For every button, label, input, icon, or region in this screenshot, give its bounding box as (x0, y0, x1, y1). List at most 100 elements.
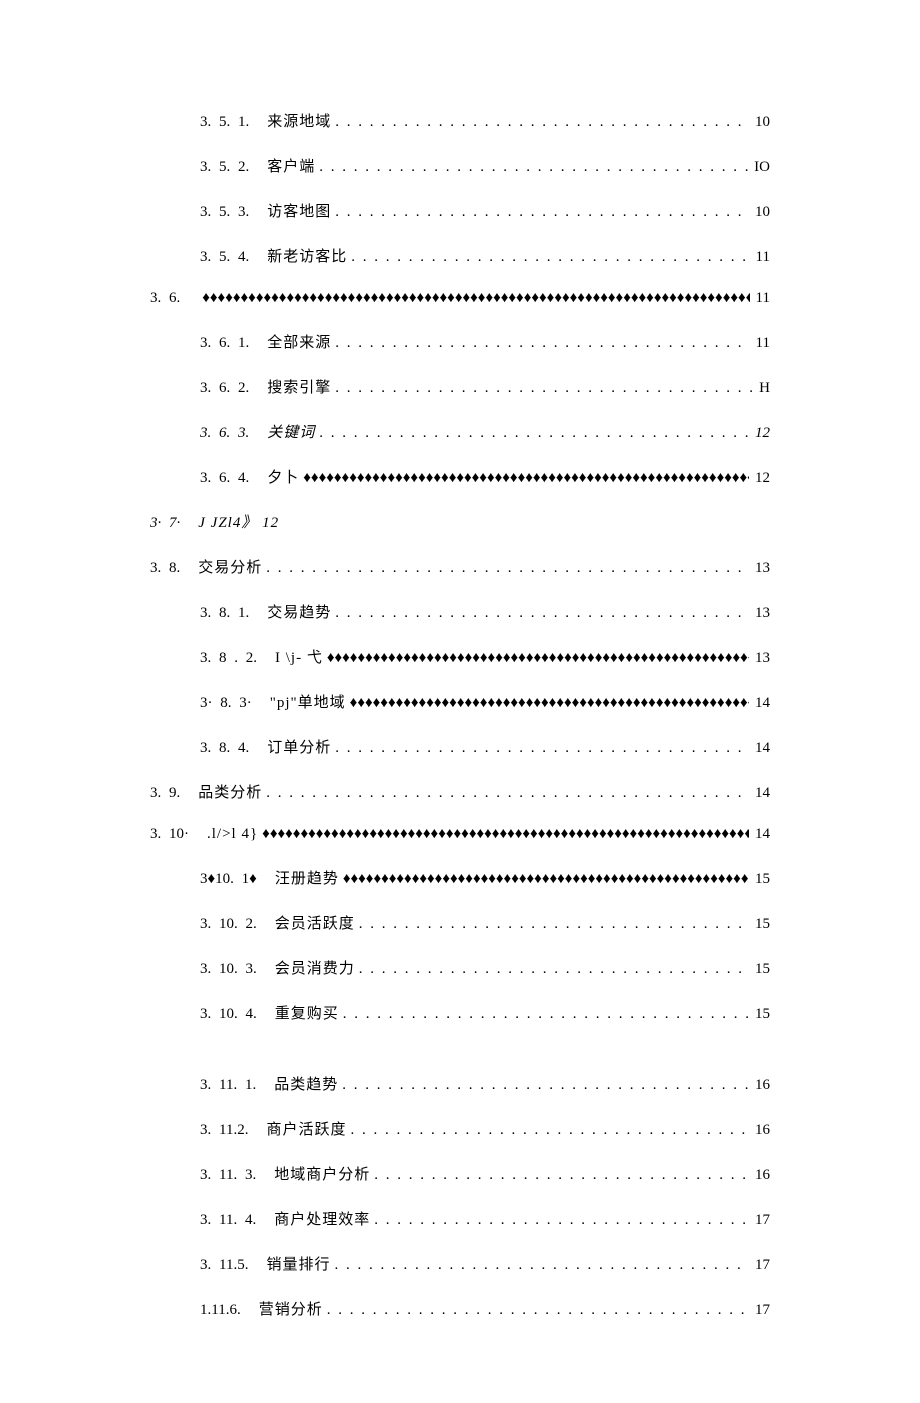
toc-leader (339, 871, 749, 888)
toc-leader (331, 335, 749, 352)
toc-entry: 3· 7·J JZl4》 12 (150, 511, 770, 532)
toc-entry-number: 3· 8. 3· (200, 695, 270, 712)
toc-entry-page: 16 (749, 1122, 770, 1139)
toc-entry-page: 11 (750, 290, 770, 307)
toc-leader (331, 204, 749, 221)
toc-entry-page: 10 (749, 204, 770, 221)
toc-leader (331, 380, 753, 397)
toc-entry-title: 来源地域 (267, 110, 331, 131)
toc-entry: 3. 5. 3.访客地图10 (150, 200, 770, 221)
toc-entry-page: 17 (749, 1302, 770, 1319)
toc-entry-title: 营销分析 (259, 1298, 323, 1319)
toc-entry-title: 关键词 (267, 421, 315, 442)
toc-entry: 3. 5. 2.客户端IO (150, 155, 770, 176)
toc-entry-page: 14 (749, 785, 770, 802)
toc-leader (331, 740, 749, 757)
toc-leader (355, 961, 749, 978)
toc-entry-number: 3. 6. 1. (200, 335, 267, 352)
toc-entry-title: .l/>l 4} (207, 826, 258, 843)
toc-entry-page: 17 (749, 1212, 770, 1229)
toc-entry: 3. 8. 4.订单分析 14 (150, 736, 770, 757)
toc-gap (150, 1047, 770, 1073)
toc-entry-page: 15 (749, 871, 770, 888)
toc-entry: 3. 11.2.商户活跃度16 (150, 1118, 770, 1139)
toc-entry-number: 3. 5. 4. (200, 249, 267, 266)
toc-entry-number: 3. 11. 4. (200, 1212, 274, 1229)
toc-entry-number: 3. 11.5. (200, 1257, 266, 1274)
toc-entry-number: 3. 10· (150, 826, 207, 843)
toc-entry: 3. 10. 4.重复购买15 (150, 1002, 770, 1023)
toc-entry-title: 会员消费力 (275, 957, 355, 978)
toc-entry-title: I \j- 弋 (275, 646, 323, 667)
toc-entry-page: 15 (749, 961, 770, 978)
toc-entry-number: 3. 6. 3. (200, 425, 267, 442)
toc-entry-number: 3. 5. 1. (200, 114, 267, 131)
toc-entry-title: 地域商户分析 (274, 1163, 370, 1184)
toc-entry-page: 13 (749, 650, 770, 667)
toc-entry-title: 新老访客比 (267, 245, 347, 266)
toc-entry: 3. 10·.l/>l 4}14 (150, 826, 770, 843)
toc-entry: 3. 5. 4.新老访客比 11 (150, 245, 770, 266)
toc-entry-number: 3. 10. 3. (200, 961, 275, 978)
toc-entry: 3. 6. 2.搜索引擎 H (150, 376, 770, 397)
toc-entry: 3. 11. 1.品类趋势16 (150, 1073, 770, 1094)
toc-entry: 1.11.6.营销分析 17 (150, 1298, 770, 1319)
toc-entry-title: 交易趋势 (267, 601, 331, 622)
toc-entry-title: 交易分析 (198, 556, 262, 577)
toc-entry-number: 1.11.6. (200, 1302, 259, 1319)
toc-entry-number: 3. 8. 4. (200, 740, 267, 757)
toc-entry: 3. 8.交易分析13 (150, 556, 770, 577)
toc-entry-title: 重复购买 (275, 1002, 339, 1023)
toc-entry-page: 14 (749, 740, 770, 757)
toc-entry-page: 10 (749, 114, 770, 131)
toc-leader (370, 1167, 749, 1184)
toc-entry: 3. 6. 11 (150, 290, 770, 307)
toc-entry-page: 15 (749, 916, 770, 933)
toc-entry-page: 11 (750, 249, 770, 266)
toc-entry-page: 14 (749, 695, 770, 712)
toc-entry-title: 搜索引擎 (267, 376, 331, 397)
toc-leader (258, 826, 749, 843)
toc-entry-number: 3♦10. 1♦ (200, 871, 275, 888)
toc-entry-number: 3. 8. (150, 560, 198, 577)
toc-entry-title: 品类趋势 (274, 1073, 338, 1094)
toc-entry-number: 3. 8. 1. (200, 605, 267, 622)
toc-leader (323, 650, 749, 667)
toc-leader (338, 1077, 749, 1094)
toc-entry-number: 3· 7· (150, 515, 198, 532)
toc-entry: 3. 11. 3.地域商户分析16 (150, 1163, 770, 1184)
toc-entry-page: 16 (749, 1077, 770, 1094)
toc-entry-title: J JZl4》 12 (198, 511, 279, 532)
toc-entry-page: IO (748, 159, 770, 176)
toc-entry-number: 3. 11. 3. (200, 1167, 274, 1184)
toc-leader (323, 1302, 749, 1319)
toc-entry: 3. 11.5.销量排行17 (150, 1253, 770, 1274)
toc-entry: 3. 8 . 2.I \j- 弋13 (150, 646, 770, 667)
toc-entry-number: 3. 6. 2. (200, 380, 267, 397)
toc-entry-page: H (753, 380, 770, 397)
toc-leader (315, 425, 749, 442)
toc-entry: 3♦10. 1♦汪册趋势 15 (150, 867, 770, 888)
toc-entry-title: 客户端 (267, 155, 315, 176)
toc-entry-page: 12 (749, 425, 770, 442)
toc-entry-number: 3. 9. (150, 785, 198, 802)
toc-entry: 3· 8. 3·"pj"单地域 14 (150, 691, 770, 712)
toc-entry: 3. 5. 1.来源地域 10 (150, 110, 770, 131)
toc-leader (347, 249, 749, 266)
toc-leader (346, 1122, 749, 1139)
toc-leader (330, 1257, 749, 1274)
toc-entry-number: 3. 10. 2. (200, 916, 275, 933)
toc-entry-title: 汪册趋势 (275, 867, 339, 888)
toc-leader (262, 560, 749, 577)
toc-entry: 3. 6. 4.夕卜12 (150, 466, 770, 487)
toc-entry-number: 3. 10. 4. (200, 1006, 275, 1023)
toc-leader (346, 695, 749, 712)
toc-entry: 3. 6. 3.关键词 12 (150, 421, 770, 442)
toc-entry-title: 订单分析 (267, 736, 331, 757)
toc-entry-title: "pj"单地域 (270, 691, 346, 712)
toc-entry-number: 3. 6. (150, 290, 198, 307)
toc-entry-number: 3. 6. 4. (200, 470, 267, 487)
toc-leader (331, 605, 749, 622)
toc-leader (262, 785, 749, 802)
toc-entry: 3. 10. 2.会员活跃度15 (150, 912, 770, 933)
